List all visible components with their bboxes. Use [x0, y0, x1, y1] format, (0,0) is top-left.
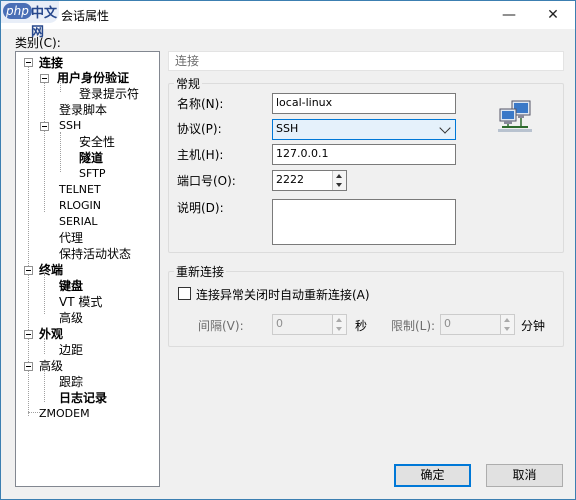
minutes-unit: 分钟 [521, 319, 546, 333]
port-label: 端口号(O): [177, 174, 236, 188]
expand-auth-icon[interactable] [40, 74, 49, 83]
reconnect-group-title: 重新连接 [174, 263, 227, 280]
tree-item-security[interactable]: 安全性 [79, 134, 115, 150]
tree-item-appearance[interactable]: 外观 [39, 326, 63, 342]
reconnect-group [168, 271, 564, 347]
ok-button[interactable]: 确定 [394, 464, 471, 487]
tree-item-logging[interactable]: 日志记录 [59, 390, 107, 406]
tree-item-advanced[interactable]: 高级 [39, 358, 63, 374]
limit-spinner[interactable] [500, 315, 514, 334]
title-bar: php 中文网 会话属性 — ✕ [1, 1, 575, 40]
reconnect-checkbox-label[interactable]: 连接异常关闭时自动重新连接(A) [196, 286, 370, 303]
tree-item-keyboard[interactable]: 键盘 [59, 278, 83, 294]
name-label: 名称(N): [177, 97, 224, 111]
tree-item-terminal[interactable]: 终端 [39, 262, 63, 278]
tree-item-tunnel[interactable]: 隧道 [79, 150, 103, 166]
panel-header: 连接 [168, 51, 564, 71]
reconnect-checkbox[interactable] [178, 287, 191, 300]
seconds-unit: 秒 [355, 319, 368, 333]
host-label: 主机(H): [177, 148, 224, 162]
protocol-select[interactable]: SSH [272, 119, 456, 140]
limit-field[interactable]: 0 [440, 314, 515, 335]
port-field[interactable]: 2222 [272, 170, 347, 191]
expand-terminal-icon[interactable] [24, 266, 33, 275]
tree-item-login-script[interactable]: 登录脚本 [59, 102, 107, 118]
spin-up-icon[interactable] [336, 318, 342, 322]
network-computers-icon [498, 99, 534, 133]
tree-item-vt-mode[interactable]: VT 模式 [59, 294, 102, 310]
protocol-select-value: SSH [276, 122, 299, 135]
tree-item-connection[interactable]: 连接 [39, 55, 63, 71]
expand-ssh-icon[interactable] [40, 122, 49, 131]
expand-appearance-icon[interactable] [24, 330, 33, 339]
description-label: 说明(D): [177, 201, 224, 215]
name-field[interactable]: local-linux [272, 93, 456, 114]
window-title: 会话属性 [61, 9, 110, 23]
protocol-label: 协议(P): [177, 122, 222, 136]
cancel-button[interactable]: 取消 [486, 464, 563, 487]
tree-item-serial[interactable]: SERIAL [59, 214, 97, 230]
tree-item-trace[interactable]: 跟踪 [59, 374, 83, 390]
description-field[interactable] [272, 199, 456, 245]
chevron-down-icon [439, 122, 451, 134]
category-tree[interactable]: 连接 用户身份验证 登录提示符 登录脚本 SSH 安全性 隧道 SFTP TEL… [15, 51, 160, 487]
watermark-logo: php 中文网 [1, 1, 59, 40]
session-properties-dialog: php 中文网 会话属性 — ✕ 类别(C): 连接 用户身份验证 登录提示符 … [0, 0, 576, 500]
tree-item-proxy[interactable]: 代理 [59, 230, 83, 246]
limit-value: 0 [444, 317, 451, 330]
spin-down-icon[interactable] [336, 327, 342, 331]
interval-value: 0 [276, 317, 283, 330]
spin-down-icon[interactable] [336, 183, 342, 187]
tree-item-login-prompt[interactable]: 登录提示符 [79, 86, 139, 102]
interval-label: 间隔(V): [198, 319, 244, 333]
spin-down-icon[interactable] [504, 327, 510, 331]
watermark-php: php [3, 3, 32, 19]
tree-item-telnet[interactable]: TELNET [59, 182, 101, 198]
tree-item-terminal-advanced[interactable]: 高级 [59, 310, 83, 326]
tree-item-sftp[interactable]: SFTP [79, 166, 105, 182]
expand-connection-icon[interactable] [24, 58, 33, 67]
spin-up-icon[interactable] [336, 174, 342, 178]
tree-item-keepalive[interactable]: 保持活动状态 [59, 246, 131, 262]
tree-item-zmodem[interactable]: ZMODEM [39, 406, 90, 422]
expand-advanced-icon[interactable] [24, 362, 33, 371]
interval-field[interactable]: 0 [272, 314, 347, 335]
port-spinner[interactable] [332, 171, 346, 190]
tree-item-margin[interactable]: 边距 [59, 342, 83, 358]
port-value: 2222 [276, 173, 304, 186]
close-button[interactable]: ✕ [542, 5, 564, 25]
spin-up-icon[interactable] [504, 318, 510, 322]
category-label: 类别(C): [15, 36, 61, 50]
minimize-button[interactable]: — [498, 5, 520, 25]
general-group-title: 常规 [174, 75, 203, 92]
tree-item-rlogin[interactable]: RLOGIN [59, 198, 101, 214]
host-field[interactable]: 127.0.0.1 [272, 144, 456, 165]
interval-spinner[interactable] [332, 315, 346, 334]
tree-item-auth[interactable]: 用户身份验证 [57, 70, 129, 86]
tree-item-ssh[interactable]: SSH [59, 118, 81, 134]
limit-label: 限制(L): [391, 319, 436, 333]
